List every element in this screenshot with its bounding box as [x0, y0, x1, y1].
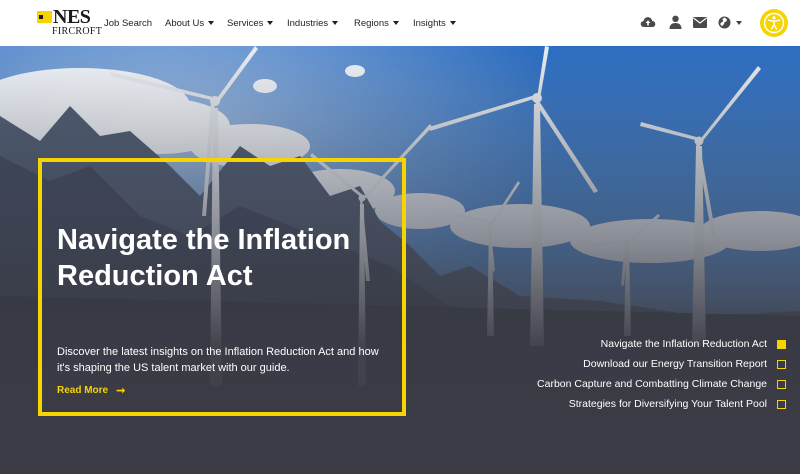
- nes-fircroft-logo[interactable]: NES FIRCROFT: [37, 6, 103, 39]
- slide-item-3[interactable]: Carbon Capture and Combatting Climate Ch…: [496, 374, 786, 394]
- nav-services[interactable]: Services: [227, 0, 274, 46]
- hero-headline: Navigate the Inflation Reduction Act: [57, 224, 351, 292]
- nav-industries[interactable]: Industries: [287, 0, 339, 46]
- chevron-down-icon: [332, 21, 339, 25]
- logo-mark: [37, 11, 52, 23]
- slide-label: Carbon Capture and Combatting Climate Ch…: [537, 378, 767, 390]
- arrow-right-icon: ➞: [116, 385, 126, 397]
- slide-item-4[interactable]: Strategies for Diversifying Your Talent …: [496, 394, 786, 414]
- envelope-icon[interactable]: [692, 14, 708, 30]
- slide-indicator-active: [777, 339, 786, 349]
- logo-fircroft-text: FIRCROFT: [52, 26, 103, 37]
- nav-job-search[interactable]: Job Search: [104, 0, 152, 46]
- nav-label: Job Search: [104, 17, 153, 29]
- nav-label: Services: [227, 17, 264, 29]
- language-chevron-down-icon[interactable]: [736, 21, 742, 25]
- slide-indicator: [777, 359, 786, 369]
- slide-label: Strategies for Diversifying Your Talent …: [568, 398, 767, 410]
- read-more-label: Read More: [57, 385, 109, 396]
- nav-label: About Us: [165, 17, 205, 29]
- nav-regions[interactable]: Regions: [354, 0, 399, 46]
- chevron-down-icon: [267, 21, 274, 25]
- carousel-slide-list: Navigate the Inflation Reduction Act Dow…: [496, 334, 786, 414]
- nav-insights[interactable]: Insights: [413, 0, 456, 46]
- read-more-link[interactable]: Read More ➞: [57, 384, 125, 397]
- slide-label: Navigate the Inflation Reduction Act: [600, 338, 767, 350]
- cloud-upload-icon[interactable]: [640, 14, 656, 30]
- globe-icon[interactable]: [716, 14, 732, 30]
- nav-label: Regions: [354, 17, 389, 29]
- chevron-down-icon: [449, 21, 456, 25]
- slide-indicator: [777, 379, 786, 389]
- site-header: NES FIRCROFT Job Search About Us Service…: [0, 0, 800, 46]
- accessibility-icon[interactable]: [760, 9, 788, 37]
- chevron-down-icon: [208, 21, 215, 25]
- chevron-down-icon: [392, 21, 399, 25]
- nav-about-us[interactable]: About Us: [165, 0, 215, 46]
- logo-nes-text: NES: [53, 6, 91, 28]
- hero-description: Discover the latest insights on the Infl…: [57, 346, 379, 374]
- slide-item-1[interactable]: Navigate the Inflation Reduction Act: [496, 334, 786, 354]
- slide-indicator: [777, 399, 786, 409]
- user-icon[interactable]: [667, 14, 683, 30]
- slide-item-2[interactable]: Download our Energy Transition Report: [496, 354, 786, 374]
- slide-label: Download our Energy Transition Report: [583, 358, 767, 370]
- nav-label: Industries: [287, 17, 329, 29]
- nav-label: Insights: [413, 17, 446, 29]
